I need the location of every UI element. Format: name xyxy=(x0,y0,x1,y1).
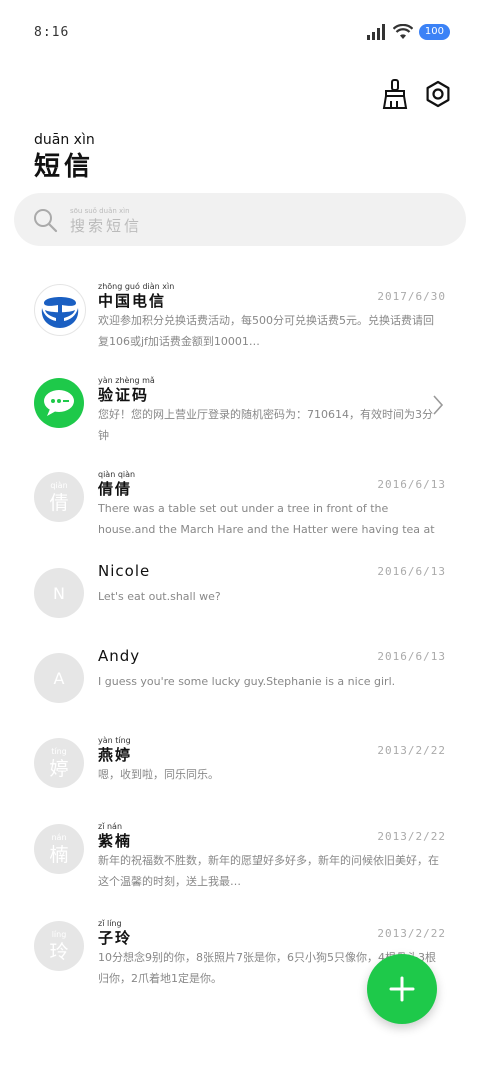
avatar-pinyin: qiàn xyxy=(50,481,68,490)
conversation-item[interactable]: yàn zhèng mǎ 验证码 您好！您的网上营业厅登录的随机密码为：7106… xyxy=(0,366,480,452)
contact-name: Andy xyxy=(98,647,141,665)
message-date: 2016/6/13 xyxy=(377,478,446,491)
avatar: nán 楠 xyxy=(34,824,84,874)
new-message-button[interactable] xyxy=(367,954,437,1024)
avatar-initial: N xyxy=(53,583,65,603)
message-date: 2013/2/22 xyxy=(377,830,446,843)
message-date: 2017/6/30 xyxy=(377,290,446,303)
message-date: 2016/6/13 xyxy=(377,650,446,663)
search-icon xyxy=(34,209,58,233)
broom-icon xyxy=(382,79,408,109)
plus-icon xyxy=(389,976,415,1002)
message-preview: 您好！您的网上营业厅登录的随机密码为：710614，有效时间为3分钟 xyxy=(98,408,433,442)
avatar-verification xyxy=(34,378,84,428)
contact-name: 子玲 xyxy=(98,929,133,947)
wifi-icon xyxy=(392,24,413,39)
conversation-item[interactable]: qiàn 倩 qiàn qiàn 倩倩 2016/6/13 There was … xyxy=(0,460,480,546)
clean-button[interactable] xyxy=(379,78,411,110)
avatar: N xyxy=(34,568,84,618)
search-bar[interactable]: sōu suǒ duǎn xìn 搜索短信 xyxy=(14,193,466,246)
conversation-item[interactable]: N Nicole 2016/6/13 Let's eat out.shall w… xyxy=(0,556,480,642)
avatar-pinyin: nán xyxy=(51,833,67,842)
conversation-item[interactable]: tíng 婷 yàn tíng 燕婷 2013/2/22 嗯，收到啦，同乐同乐。 xyxy=(0,726,480,812)
message-bubble-icon xyxy=(44,390,74,416)
status-bar: 8:16 100 xyxy=(0,0,480,64)
message-preview: There was a table set out under a tree i… xyxy=(98,502,435,536)
search-placeholder: 搜索短信 xyxy=(70,217,143,235)
avatar-initial: 楠 xyxy=(49,843,69,866)
settings-button[interactable] xyxy=(422,78,454,110)
message-preview: 新年的祝福数不胜数，新年的愿望好多好多，新年的问候依旧美好，在这个温馨的时刻，送… xyxy=(98,854,439,888)
message-date: 2013/2/22 xyxy=(377,927,446,940)
page-title: 短信 xyxy=(34,152,95,182)
avatar-initial: 婷 xyxy=(49,757,69,780)
avatar-initial: A xyxy=(53,668,65,688)
battery-indicator: 100 xyxy=(418,24,450,40)
conversation-item[interactable]: nán 楠 zǐ nán 紫楠 2013/2/22 新年的祝福数不胜数，新年的愿… xyxy=(0,812,480,898)
conversation-item[interactable]: A Andy 2016/6/13 I guess you're some luc… xyxy=(0,641,480,727)
avatar-pinyin: líng xyxy=(51,930,67,939)
conversation-item[interactable]: zhōng guó diàn xìn 中国电信 2017/6/30 欢迎参加积分… xyxy=(0,272,480,358)
contact-name: 倩倩 xyxy=(98,480,133,498)
avatar: tíng 婷 xyxy=(34,738,84,788)
contact-name: Nicole xyxy=(98,562,151,580)
avatar-china-telecom xyxy=(34,284,86,336)
avatar-initial: 玲 xyxy=(49,940,69,963)
avatar: A xyxy=(34,653,84,703)
avatar: líng 玲 xyxy=(34,921,84,971)
contact-name: 中国电信 xyxy=(98,292,167,310)
message-date: 2013/2/22 xyxy=(377,744,446,757)
message-preview: 欢迎参加积分兑换话费活动，每500分可兑换话费5元。兑换话费请回复106或jf加… xyxy=(98,314,434,348)
search-placeholder-pinyin: sōu suǒ duǎn xìn xyxy=(70,207,130,215)
settings-icon xyxy=(426,80,450,108)
message-preview: I guess you're some lucky guy.Stephanie … xyxy=(98,675,396,688)
message-preview: Let's eat out.shall we? xyxy=(98,590,221,603)
contact-name: 紫楠 xyxy=(98,832,133,850)
avatar-initial: 倩 xyxy=(49,491,69,514)
status-time: 8:16 xyxy=(34,25,70,40)
contact-name: 验证码 xyxy=(98,386,150,404)
signal-icon xyxy=(366,24,385,40)
avatar: qiàn 倩 xyxy=(34,472,84,522)
china-telecom-logo-icon xyxy=(41,297,79,328)
chevron-right-icon xyxy=(433,395,444,415)
contact-name: 燕婷 xyxy=(98,746,133,764)
avatar-pinyin: tíng xyxy=(51,747,67,756)
message-preview: 嗯，收到啦，同乐同乐。 xyxy=(98,768,219,781)
message-date: 2016/6/13 xyxy=(377,565,446,578)
status-icons: 100 xyxy=(366,24,450,40)
